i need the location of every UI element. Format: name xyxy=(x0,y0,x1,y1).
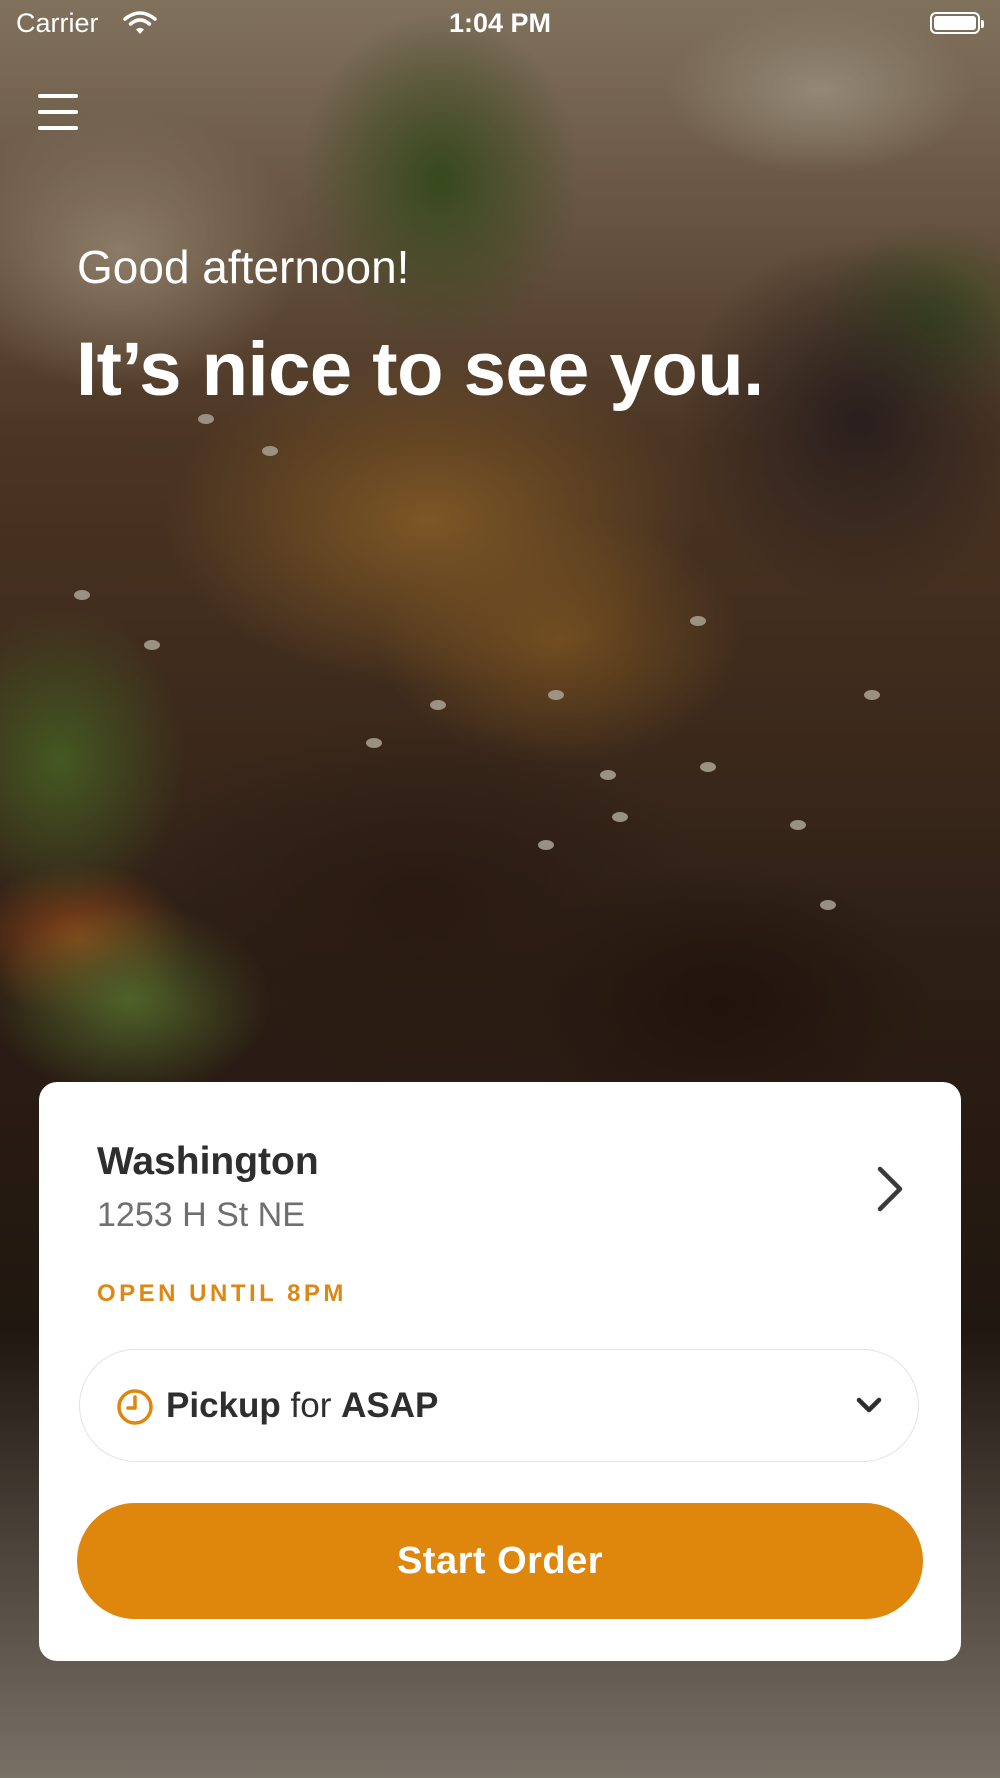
location-card: Washington 1253 H St NE OPEN UNTIL 8PM P… xyxy=(39,1082,961,1661)
pickup-time-selector[interactable]: Pickup for ASAP xyxy=(79,1349,919,1462)
status-bar: Carrier 1:04 PM xyxy=(0,0,1000,50)
location-name[interactable]: Washington xyxy=(97,1140,319,1184)
start-order-button[interactable]: Start Order xyxy=(77,1503,923,1619)
hamburger-menu-icon[interactable] xyxy=(38,94,78,130)
clock-icon xyxy=(116,1388,154,1426)
pickup-time: ASAP xyxy=(341,1386,439,1425)
open-status-label: OPEN UNTIL 8PM xyxy=(97,1280,347,1307)
pickup-connector: for xyxy=(290,1386,332,1425)
greeting-text: Good afternoon! xyxy=(77,241,410,293)
location-address[interactable]: 1253 H St NE xyxy=(97,1196,305,1235)
battery-icon xyxy=(930,12,984,34)
welcome-headline: It’s nice to see you. xyxy=(76,327,764,412)
chevron-down-icon xyxy=(854,1393,884,1417)
status-time: 1:04 PM xyxy=(448,8,552,38)
pickup-mode: Pickup xyxy=(166,1386,281,1425)
chevron-right-icon[interactable] xyxy=(873,1164,907,1214)
pickup-summary: Pickup for ASAP xyxy=(166,1386,438,1426)
